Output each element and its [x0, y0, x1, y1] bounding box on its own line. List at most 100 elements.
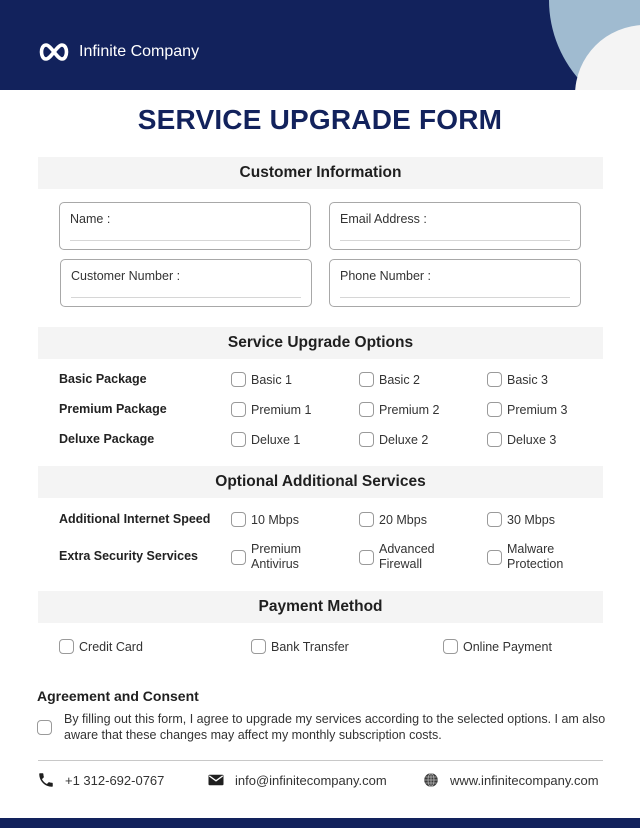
checkbox[interactable]	[231, 549, 246, 565]
10-mbps-option[interactable]: 10 Mbps	[231, 512, 299, 527]
option-label: Premium Antivirus	[251, 542, 301, 572]
email-label: Email Address :	[340, 212, 427, 226]
30-mbps-option[interactable]: 30 Mbps	[487, 512, 555, 527]
agreement-consent[interactable]: By filling out this form, I agree to upg…	[37, 712, 607, 743]
option-label: Bank Transfer	[271, 639, 349, 654]
customer-number-label: Customer Number :	[71, 269, 181, 283]
option-label: Basic 1	[251, 372, 292, 387]
advanced-firewall-option[interactable]: Advanced Firewall	[359, 542, 435, 572]
checkbox[interactable]	[487, 549, 502, 565]
option-label: 30 Mbps	[507, 512, 555, 527]
globe-icon	[424, 772, 438, 788]
phone-number-label: Phone Number :	[340, 269, 432, 283]
section-service-upgrade-options: Service Upgrade Options	[38, 327, 603, 359]
checkbox[interactable]	[359, 372, 374, 387]
checkbox[interactable]	[231, 432, 246, 447]
agreement-text-line2: aware that these changes may affect my m…	[64, 727, 442, 742]
premium-package-label: Premium Package	[59, 402, 167, 416]
basic-1-option[interactable]: Basic 1	[231, 372, 292, 387]
phone-number-field[interactable]: Phone Number :	[329, 259, 581, 307]
premium-antivirus-option[interactable]: Premium Antivirus	[231, 542, 301, 572]
phone-number-input-line[interactable]	[340, 297, 570, 298]
customer-number-field[interactable]: Customer Number :	[60, 259, 312, 307]
name-input-line[interactable]	[70, 240, 300, 241]
option-label: Online Payment	[463, 639, 552, 654]
checkbox[interactable]	[251, 639, 266, 654]
footer-bar	[0, 818, 640, 828]
checkbox[interactable]	[59, 639, 74, 654]
option-label: 10 Mbps	[251, 512, 299, 527]
20-mbps-option[interactable]: 20 Mbps	[359, 512, 427, 527]
contact-email: info@infinitecompany.com	[207, 771, 387, 789]
agreement-heading: Agreement and Consent	[37, 688, 199, 704]
online-payment-option[interactable]: Online Payment	[443, 639, 552, 654]
option-label: Premium 2	[379, 402, 440, 417]
option-label: Deluxe 2	[379, 432, 429, 447]
deluxe-2-option[interactable]: Deluxe 2	[359, 432, 428, 447]
basic-package-label: Basic Package	[59, 372, 147, 386]
premium-2-option[interactable]: Premium 2	[359, 402, 439, 417]
internet-speed-label: Additional Internet Speed	[59, 512, 211, 526]
company-logo: Infinite Company	[37, 40, 199, 64]
website-url[interactable]: www.infinitecompany.com	[450, 773, 599, 788]
option-label-line1: Premium	[251, 542, 302, 556]
phone-icon	[39, 773, 53, 787]
premium-3-option[interactable]: Premium 3	[487, 402, 567, 417]
agreement-text-line1: By filling out this form, I agree to upg…	[64, 712, 606, 726]
option-label-line1: Advanced	[379, 542, 435, 556]
contact-phone: +1 312-692-0767	[37, 771, 164, 789]
option-label-line2: Protection	[507, 557, 564, 571]
option-label: Premium 1	[251, 402, 312, 417]
option-label-line2: Antivirus	[251, 557, 299, 571]
security-services-label: Extra Security Services	[59, 549, 198, 563]
checkbox[interactable]	[359, 512, 374, 527]
checkbox[interactable]	[359, 549, 374, 565]
option-label: Credit Card	[79, 639, 143, 654]
option-label: Basic 2	[379, 372, 420, 387]
contact-website: www.infinitecompany.com	[422, 771, 599, 789]
option-label: Deluxe 3	[507, 432, 557, 447]
option-label: Premium 3	[507, 402, 568, 417]
option-label-line2: Firewall	[379, 557, 423, 571]
phone-number: +1 312-692-0767	[65, 772, 165, 788]
checkbox[interactable]	[487, 512, 502, 527]
checkbox[interactable]	[231, 402, 246, 417]
checkbox[interactable]	[231, 372, 246, 387]
basic-2-option[interactable]: Basic 2	[359, 372, 420, 387]
bank-transfer-option[interactable]: Bank Transfer	[251, 639, 349, 654]
checkbox[interactable]	[359, 432, 374, 447]
agreement-checkbox[interactable]	[37, 720, 52, 735]
email-input-line[interactable]	[340, 240, 570, 241]
checkbox[interactable]	[487, 372, 502, 387]
agreement-text: By filling out this form, I agree to upg…	[64, 712, 605, 743]
checkbox[interactable]	[443, 639, 458, 654]
header-banner: Infinite Company	[0, 0, 640, 90]
deluxe-package-label: Deluxe Package	[59, 432, 155, 446]
form-title: SERVICE UPGRADE FORM	[137, 104, 503, 135]
infinity-icon	[39, 43, 69, 61]
footer-divider	[38, 760, 603, 761]
option-label: Malware Protection	[507, 542, 563, 572]
deluxe-3-option[interactable]: Deluxe 3	[487, 432, 556, 447]
name-label: Name :	[70, 212, 111, 226]
malware-protection-option[interactable]: Malware Protection	[487, 542, 563, 572]
customer-number-input-line[interactable]	[71, 297, 301, 298]
checkbox[interactable]	[487, 432, 502, 447]
name-field[interactable]: Name :	[59, 202, 311, 250]
basic-3-option[interactable]: Basic 3	[487, 372, 548, 387]
checkbox[interactable]	[487, 402, 502, 417]
email-field[interactable]: Email Address :	[329, 202, 581, 250]
checkbox[interactable]	[359, 402, 374, 417]
premium-1-option[interactable]: Premium 1	[231, 402, 311, 417]
deluxe-1-option[interactable]: Deluxe 1	[231, 432, 300, 447]
envelope-icon	[208, 774, 224, 786]
option-label: 20 Mbps	[379, 512, 427, 527]
credit-card-option[interactable]: Credit Card	[59, 639, 143, 654]
email-address[interactable]: info@infinitecompany.com	[235, 773, 387, 788]
section-customer-information: Customer Information	[38, 157, 603, 189]
section-payment-method: Payment Method	[38, 591, 603, 623]
checkbox[interactable]	[231, 512, 246, 527]
option-label: Basic 3	[507, 372, 548, 387]
company-name: Infinite Company	[79, 43, 200, 60]
option-label-line1: Malware	[507, 542, 555, 556]
